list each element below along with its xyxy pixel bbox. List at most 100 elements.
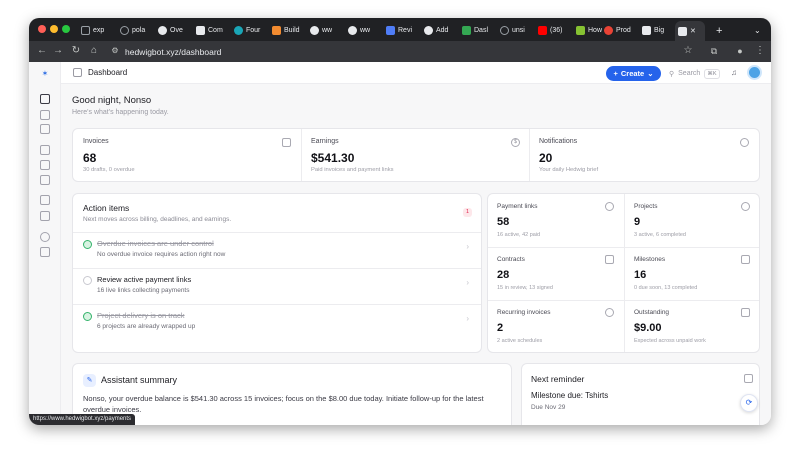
document-icon bbox=[282, 138, 291, 147]
stat-value: 28 bbox=[497, 269, 510, 281]
minimize-window-button[interactable] bbox=[50, 25, 58, 33]
browser-window: exp pola Ove Com Four Build ww ww Revi A… bbox=[29, 18, 771, 425]
browser-tab[interactable]: pola bbox=[117, 22, 153, 39]
wallet-icon[interactable] bbox=[40, 175, 50, 185]
stats-grid: Payment links 58 16 active, 42 paid Proj… bbox=[487, 193, 760, 353]
browser-tab[interactable]: ww bbox=[307, 22, 343, 39]
profile-icon[interactable]: ● bbox=[733, 44, 747, 58]
link-icon[interactable] bbox=[40, 110, 50, 120]
browser-tab[interactable]: ww bbox=[345, 22, 381, 39]
close-window-button[interactable] bbox=[38, 25, 46, 33]
top-bar: Dashboard + Create ⌄ ⚲ Search ⌘K ♫ bbox=[61, 62, 771, 84]
browser-tab[interactable]: Dasl bbox=[459, 22, 495, 39]
tab-label: How bbox=[588, 27, 603, 34]
maximize-window-button[interactable] bbox=[62, 25, 70, 33]
browser-tab[interactable]: Add bbox=[421, 22, 457, 39]
next-reminder-card: Next reminder Milestone due: Tshirts Due… bbox=[521, 363, 760, 425]
settings-icon[interactable] bbox=[40, 232, 50, 242]
stat-note: 16 active, 42 paid bbox=[497, 232, 541, 238]
tab-close-icon[interactable]: ✕ bbox=[690, 27, 696, 35]
bookmark-star-icon[interactable]: ☆ bbox=[681, 44, 695, 58]
stat-label: Milestones bbox=[634, 256, 666, 263]
browser-tab[interactable]: exp bbox=[78, 22, 114, 39]
plus-icon: + bbox=[613, 69, 618, 78]
forward-arrow-icon[interactable]: → bbox=[51, 44, 65, 58]
tab-label: ww bbox=[360, 27, 371, 34]
browser-tab[interactable]: Four bbox=[231, 22, 267, 39]
breadcrumb: Dashboard bbox=[88, 68, 128, 77]
files-icon[interactable] bbox=[40, 211, 50, 221]
browser-tab[interactable]: Prod bbox=[601, 22, 637, 39]
stat-label: Projects bbox=[634, 203, 658, 210]
tab-favicon-icon bbox=[310, 26, 319, 35]
folder-icon[interactable] bbox=[40, 160, 50, 170]
create-button-label: Create bbox=[620, 69, 645, 78]
browser-menu-icon[interactable]: ⋮ bbox=[753, 44, 767, 58]
stat-value: 9 bbox=[634, 216, 641, 228]
earnings-label: Earnings bbox=[311, 138, 339, 145]
search-placeholder: Search bbox=[678, 70, 701, 77]
stat-value: 2 bbox=[497, 322, 504, 334]
reminder-item[interactable]: Milestone due: Tshirts bbox=[531, 391, 608, 400]
browser-tab[interactable]: Ove bbox=[155, 22, 191, 39]
tab-favicon-icon bbox=[424, 26, 433, 35]
browser-toolbar: ← → ↻ ⌂ ⚙ hedwigbot.xyz/dashboard ☆ ⧉ ● … bbox=[29, 41, 771, 62]
extensions-icon[interactable]: ⧉ bbox=[707, 44, 721, 58]
browser-tab[interactable]: Com bbox=[193, 22, 229, 39]
create-button[interactable]: + Create ⌄ bbox=[606, 66, 661, 81]
reminder-title: Next reminder bbox=[531, 374, 585, 384]
action-item[interactable]: Review active payment links 16 live link… bbox=[73, 268, 481, 303]
assistant-title: Assistant summary bbox=[101, 375, 178, 385]
users-icon[interactable] bbox=[40, 145, 50, 155]
browser-tab[interactable]: Big bbox=[639, 22, 675, 39]
page-title: Good night, Nonso bbox=[72, 95, 152, 106]
action-item-title: Review active payment links bbox=[97, 275, 192, 284]
tab-label: ww bbox=[322, 27, 333, 34]
home-icon[interactable]: ⌂ bbox=[87, 44, 101, 58]
browser-tab[interactable]: Build bbox=[269, 22, 305, 39]
browser-tab-active[interactable]: ✕ bbox=[675, 21, 705, 41]
stat-note: Expected across unpaid work bbox=[634, 338, 706, 344]
browser-tab[interactable]: Revi bbox=[383, 22, 419, 39]
action-item[interactable]: Overdue invoices are under control No ov… bbox=[73, 232, 481, 267]
action-item-note: 6 projects are already wrapped up bbox=[97, 323, 196, 330]
site-info-icon[interactable]: ⚙ bbox=[108, 44, 122, 58]
hedwig-logo-icon[interactable]: ✶ bbox=[39, 68, 51, 80]
tab-search-icon[interactable]: ⌄ bbox=[751, 22, 765, 39]
tab-favicon-icon bbox=[462, 26, 471, 35]
stat-label: Recurring invoices bbox=[497, 309, 551, 316]
action-item[interactable]: Project delivery is on track 6 projects … bbox=[73, 304, 481, 339]
sparkle-icon: ✎ bbox=[83, 374, 96, 387]
calendar-icon[interactable] bbox=[40, 124, 50, 134]
check-circle-icon bbox=[83, 240, 92, 249]
tab-label: Prod bbox=[616, 27, 631, 34]
link-status-tooltip: https://www.hedwigbot.xyz/payments bbox=[29, 414, 136, 425]
browser-tab[interactable]: unsi bbox=[497, 22, 533, 39]
tab-favicon-icon bbox=[386, 26, 395, 35]
dollar-icon: $ bbox=[511, 138, 520, 147]
avatar[interactable] bbox=[747, 65, 762, 80]
summary-card: Invoices 68 30 drafts, 0 overdue Earning… bbox=[72, 128, 760, 182]
search-input[interactable]: ⚲ Search ⌘K bbox=[667, 66, 720, 81]
back-arrow-icon[interactable]: ← bbox=[35, 44, 49, 58]
document-icon[interactable] bbox=[40, 195, 50, 205]
reminder-due: Due Nov 29 bbox=[531, 404, 566, 411]
browser-tab[interactable]: (36) bbox=[535, 22, 571, 39]
new-tab-button[interactable]: + bbox=[713, 22, 727, 39]
tab-label: Big bbox=[654, 27, 665, 34]
tab-favicon-icon bbox=[576, 26, 585, 35]
sidebar-toggle-icon[interactable] bbox=[73, 68, 82, 77]
action-items-card: Action items Next moves across billing, … bbox=[72, 193, 482, 353]
assistant-chat-button[interactable]: ⟳ bbox=[740, 394, 758, 412]
address-bar[interactable]: hedwigbot.xyz/dashboard bbox=[125, 47, 221, 57]
home-icon[interactable] bbox=[40, 94, 50, 104]
stat-value: $9.00 bbox=[634, 322, 662, 334]
chevron-right-icon: › bbox=[466, 278, 469, 287]
notification-bell-icon[interactable]: ♫ bbox=[731, 68, 740, 77]
sliders-icon[interactable] bbox=[40, 247, 50, 257]
tab-favicon-icon bbox=[642, 26, 651, 35]
reload-icon[interactable]: ↻ bbox=[69, 44, 83, 58]
action-items-title: Action items bbox=[83, 203, 130, 213]
stat-value: 58 bbox=[497, 216, 510, 228]
tab-favicon-icon bbox=[234, 26, 243, 35]
